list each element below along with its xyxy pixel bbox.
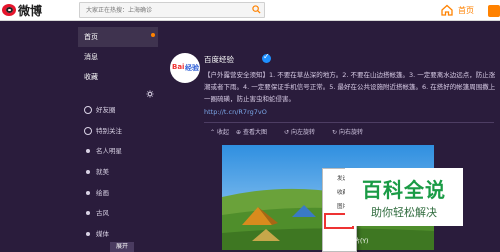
bullet-icon <box>86 232 90 236</box>
image-toolbar: ⌃ 收起 ⊕ 查看大图 ↺ 向左旋转 ↻ 向右旋转 <box>204 127 494 139</box>
avatar[interactable]: Bai 经验 <box>170 53 200 83</box>
rotate-left-button[interactable]: ↺ 向左旋转 <box>284 127 315 136</box>
sidebar-group-media[interactable]: 媒体 <box>84 224 109 244</box>
expand-button[interactable]: 展开 <box>110 242 134 252</box>
sidebar-item-label: 收藏 <box>84 73 98 81</box>
left-sidebar: 首页 消息 收藏 好友圈 特别关注 名人明星 就美 绘画 古风 媒体 <box>78 27 164 250</box>
nav-home-label[interactable]: 首页 <box>458 5 474 16</box>
sidebar-group-painting[interactable]: 绘画 <box>84 183 109 203</box>
post-text: 【户外露营安全须知】1. 不要在草丛深的地方。2. 不要在山边搭帐篷。3. 一定… <box>204 71 496 103</box>
sidebar-item-label: 消息 <box>84 53 98 61</box>
rotate-right-icon: ↻ <box>332 129 339 136</box>
sidebar-item-messages[interactable]: 消息 <box>78 47 158 67</box>
context-menu-item-copy-image[interactable]: 复制图片(Y) <box>336 236 368 245</box>
bullet-icon <box>86 211 90 215</box>
toolbar-label: 收起 <box>216 129 229 136</box>
rotate-left-icon: ↺ <box>284 129 291 136</box>
bullet-icon <box>86 170 90 174</box>
avatar-text: 经验 <box>185 64 199 72</box>
circle-icon <box>84 127 92 135</box>
unread-dot-icon <box>151 33 155 37</box>
bullet-icon <box>86 149 90 153</box>
rotate-right-button[interactable]: ↻ 向右旋转 <box>332 127 363 136</box>
post-link[interactable]: http://t.cn/R7rg7vO <box>204 108 267 116</box>
search-icon[interactable] <box>252 5 261 14</box>
weibo-logo[interactable]: 微博 <box>2 2 42 18</box>
sidebar-group-special[interactable]: 特别关注 <box>84 121 122 141</box>
verified-icon <box>262 52 271 63</box>
sidebar-group-label: 好友圈 <box>96 106 116 114</box>
watermark: 百科全说 助你轻松解决 <box>345 168 463 226</box>
avatar-text: Bai <box>172 63 185 71</box>
watermark-subtitle: 助你轻松解决 <box>371 206 437 219</box>
sidebar-group-label: 媒体 <box>96 230 109 238</box>
bullet-icon <box>86 191 90 195</box>
sidebar-item-label: 首页 <box>84 33 98 41</box>
collapse-button[interactable]: ⌃ 收起 <box>210 127 229 136</box>
sidebar-group-beauty[interactable]: 就美 <box>84 162 109 182</box>
magnifier-icon: ⊕ <box>236 129 243 136</box>
toolbar-label: 向左旋转 <box>290 129 315 136</box>
sidebar-item-favorites[interactable]: 收藏 <box>78 67 158 87</box>
sidebar-group-celebrities[interactable]: 名人明星 <box>84 141 122 161</box>
circle-icon <box>84 106 92 114</box>
sidebar-group-label: 绘画 <box>96 189 109 197</box>
toolbar-label: 查看大图 <box>242 129 267 136</box>
sidebar-group-label: 特别关注 <box>96 127 122 135</box>
sidebar-group-label: 名人明星 <box>96 147 122 155</box>
watermark-title: 百科全说 <box>362 178 446 202</box>
sidebar-group-label: 就美 <box>96 168 109 176</box>
sidebar-group-ancient[interactable]: 古风 <box>84 203 109 223</box>
search-box[interactable] <box>79 2 265 18</box>
home-icon[interactable] <box>440 3 454 17</box>
weibo-eye-icon <box>2 4 16 16</box>
search-input[interactable] <box>82 3 252 17</box>
sidebar-group-friends[interactable]: 好友圈 <box>84 100 116 120</box>
top-bar: 微博 首页 <box>0 0 500 21</box>
logo-text: 微博 <box>18 3 43 18</box>
sidebar-group-label: 古风 <box>96 209 109 217</box>
post-author[interactable]: 百度经验 <box>204 54 234 65</box>
gear-icon[interactable] <box>146 90 154 98</box>
toolbar-label: 向右旋转 <box>338 129 363 136</box>
video-icon[interactable] <box>488 5 500 17</box>
collapse-icon: ⌃ <box>210 129 217 136</box>
sidebar-item-home[interactable]: 首页 <box>78 27 158 47</box>
view-large-button[interactable]: ⊕ 查看大图 <box>236 127 267 136</box>
divider <box>204 122 494 123</box>
